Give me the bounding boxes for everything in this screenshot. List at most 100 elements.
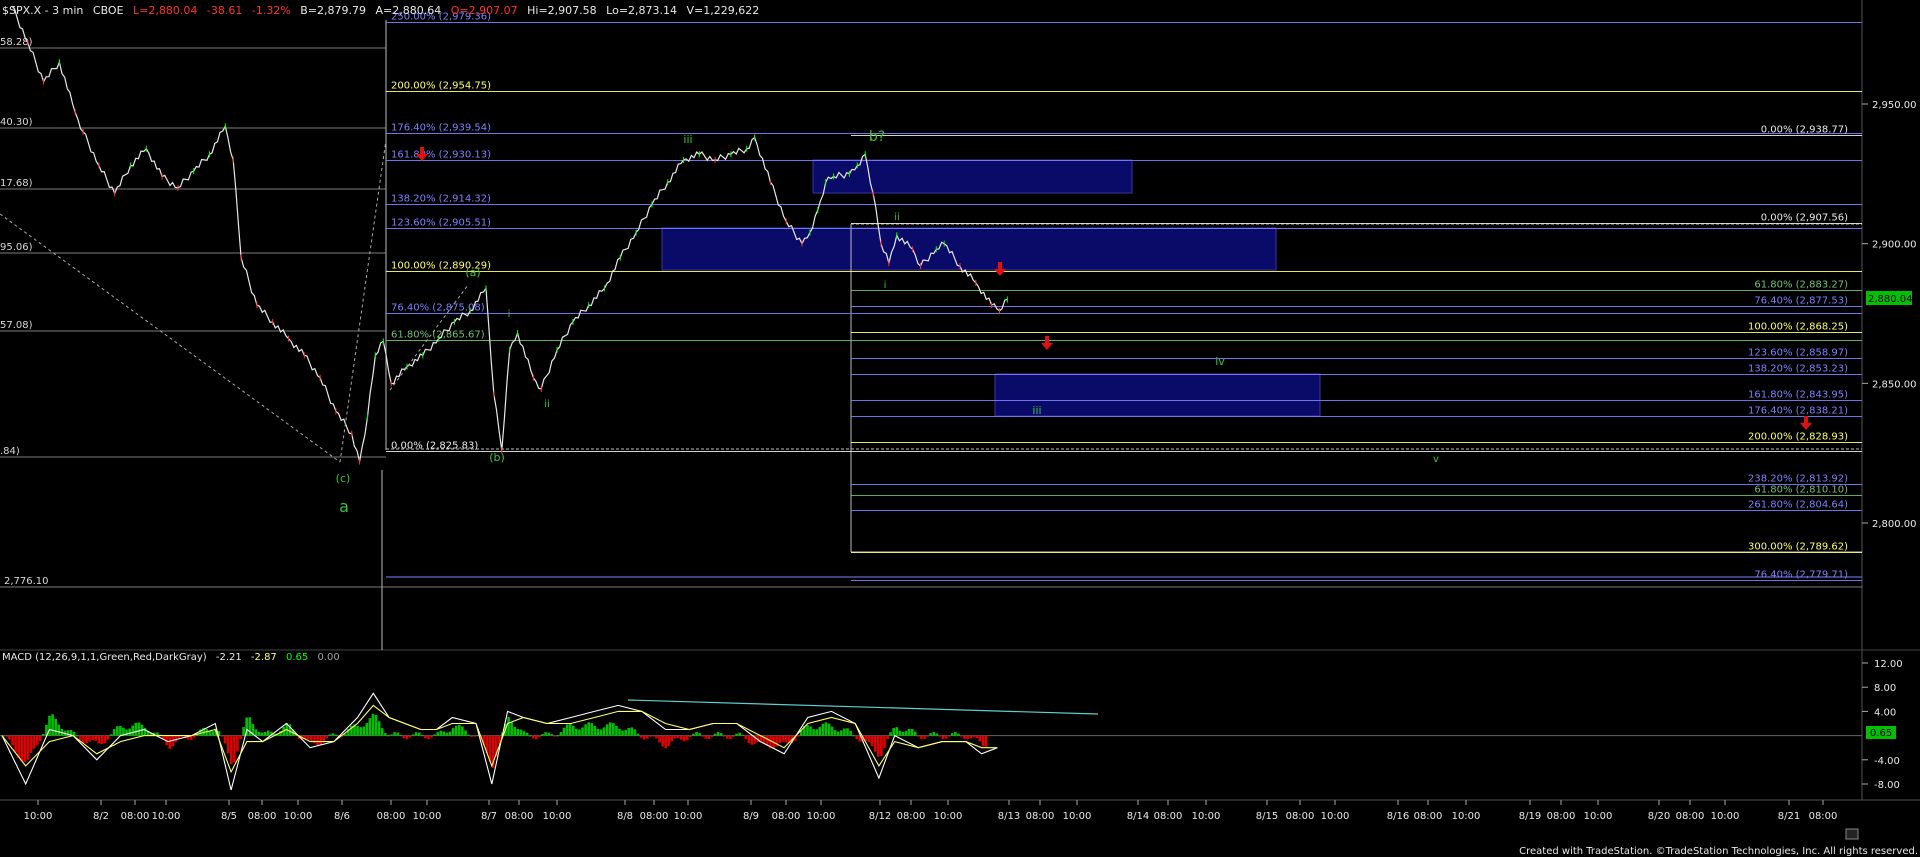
- macd-histogram-bar: [818, 726, 822, 736]
- fib-level-label: 100.00% (2,868.25): [1748, 322, 1848, 333]
- macd-histogram-bar: [596, 728, 600, 736]
- macd-histogram-bar: [719, 733, 723, 736]
- macd-histogram-bar: [975, 735, 979, 738]
- time-tick-label: 8/8: [617, 811, 633, 822]
- macd-histogram-bar: [20, 735, 24, 762]
- macd-histogram-bar: [645, 735, 649, 739]
- wave-label: ii: [544, 399, 550, 410]
- macd-histogram-bar: [387, 735, 390, 737]
- time-tick-label: 8/2: [93, 811, 109, 822]
- macd-histogram-bar: [615, 726, 618, 736]
- time-tick-label: 08:00: [1676, 811, 1705, 822]
- macd-tick-label: -8.00: [1874, 780, 1900, 791]
- macd-histogram-bar: [528, 735, 532, 737]
- time-tick-label: 08:00: [1414, 811, 1443, 822]
- macd-histogram-bar: [685, 735, 689, 741]
- time-tick-label: 08:00: [897, 811, 926, 822]
- macd-histogram-bar: [405, 735, 409, 740]
- macd-histogram-bar: [941, 735, 945, 739]
- macd-histogram-bar: [35, 735, 39, 746]
- macd-histogram-bar: [695, 732, 698, 736]
- macd-histogram-bar: [436, 732, 440, 736]
- macd-histogram-bar: [778, 735, 782, 744]
- macd-histogram-bar: [334, 734, 338, 736]
- macd-histogram-bar: [852, 735, 855, 737]
- macd-histogram-bar: [612, 723, 615, 736]
- macd-histogram-bar: [519, 729, 523, 736]
- macd-last-label: 0.65: [1870, 728, 1892, 739]
- fib-level-label: 123.60% (2,905.51): [391, 218, 491, 229]
- macd-histogram-bar: [836, 731, 840, 736]
- header-ask: A=2,880.64: [376, 4, 442, 17]
- macd-histogram-bar: [538, 735, 541, 738]
- wave-label: (a): [465, 266, 480, 279]
- time-tick-label: 08:00: [377, 811, 406, 822]
- macd-histogram-bar: [29, 735, 33, 753]
- macd-histogram-bar: [978, 735, 982, 742]
- macd-histogram-bar: [692, 733, 695, 736]
- macd-histogram-bar: [809, 726, 812, 736]
- macd-histogram-bar: [682, 735, 686, 742]
- macd-histogram-bar: [741, 735, 745, 737]
- fib-level-label: 161.80% (2,843.95): [1748, 390, 1848, 401]
- time-tick-label: 10:00: [543, 811, 572, 822]
- macd-histogram-bar: [439, 730, 443, 736]
- macd-histogram-bar: [131, 725, 135, 736]
- fib-level-label: 0.00% (2,907.56): [1761, 213, 1848, 224]
- time-tick-label: 8/12: [869, 811, 891, 822]
- macd-histogram-bar: [713, 733, 717, 736]
- macd-histogram-bar: [944, 735, 948, 739]
- macd-histogram-bar: [307, 735, 310, 740]
- macd-histogram-bar: [451, 728, 455, 736]
- time-tick-label: 8/19: [1519, 811, 1541, 822]
- chart-canvas[interactable]: 250.00% (2,979.36)200.00% (2,954.75)176.…: [0, 0, 1920, 857]
- macd-histogram-bar: [571, 725, 575, 736]
- macd-histogram-bar: [220, 735, 224, 737]
- time-tick-label: 08:00: [248, 811, 277, 822]
- fib-target-box: [812, 159, 1133, 194]
- macd-histogram-bar: [593, 725, 597, 736]
- macd-histogram-bar: [565, 724, 569, 736]
- macd-histogram-bar: [51, 714, 54, 736]
- macd-histogram-bar: [550, 734, 554, 736]
- macd-histogram-bar: [910, 728, 914, 736]
- macd-histogram-bar: [371, 713, 375, 736]
- macd-histogram-bar: [325, 735, 329, 739]
- wave-label: v: [1433, 454, 1439, 465]
- macd-histogram-bar: [895, 727, 899, 736]
- macd-histogram-bar: [516, 728, 520, 736]
- fib-level-label: 176.40% (2,939.54): [391, 123, 491, 134]
- macd-histogram-bar: [599, 729, 603, 736]
- macd-histogram-bar: [242, 727, 245, 736]
- macd-histogram-bar: [91, 735, 94, 741]
- time-tick-label: 10:00: [1063, 811, 1092, 822]
- macd-histogram-bar: [547, 732, 550, 736]
- wave-label: b?: [869, 129, 885, 145]
- macd-histogram-bar: [898, 730, 902, 736]
- header-open: O=2,907.07: [451, 4, 518, 17]
- header-exchange: CBOE: [93, 4, 124, 17]
- macd-histogram-bar: [880, 735, 883, 757]
- time-tick-label: 08:00: [1026, 811, 1055, 822]
- macd-histogram-bar: [100, 735, 104, 745]
- macd-histogram-bar: [633, 729, 637, 736]
- macd-histogram-bar: [652, 735, 655, 737]
- macd-histogram-bar: [892, 727, 896, 736]
- macd-histogram-bar: [137, 722, 141, 736]
- macd-histogram-bar: [710, 735, 714, 737]
- macd-histogram-bar: [655, 735, 658, 739]
- macd-histogram-bar: [470, 735, 473, 737]
- fib-level-label: 61.80% (2,883.27): [1754, 280, 1848, 291]
- macd-histogram-bar: [467, 734, 470, 736]
- macd-histogram-bar: [257, 731, 261, 736]
- macd-histogram-bar: [812, 729, 815, 736]
- macd-histogram-bar: [328, 734, 332, 736]
- time-tick-label: 10:00: [674, 811, 703, 822]
- macd-histogram-bar: [430, 735, 433, 738]
- macd-histogram-bar: [575, 728, 578, 736]
- scroll-handle-icon[interactable]: [1845, 828, 1859, 840]
- macd-histogram-bar: [815, 729, 818, 736]
- time-tick-label: 08:00: [121, 811, 150, 822]
- macd-histogram-bar: [744, 735, 748, 740]
- macd-histogram-bar: [969, 735, 973, 739]
